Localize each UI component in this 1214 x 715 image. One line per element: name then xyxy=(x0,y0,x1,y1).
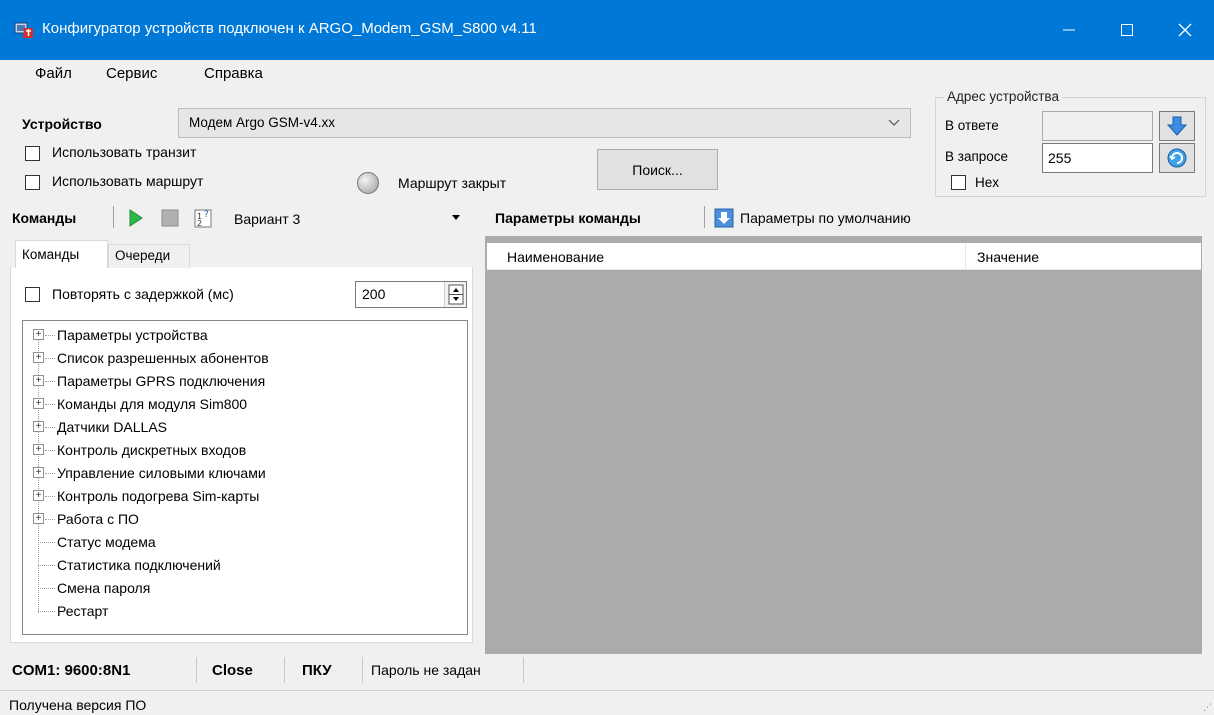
expand-plus-icon[interactable]: + xyxy=(33,352,44,363)
menu-help[interactable]: Справка xyxy=(204,65,263,82)
repeat-checkbox[interactable] xyxy=(25,287,40,302)
maximize-button[interactable] xyxy=(1098,0,1156,60)
variant-button[interactable]: 1 2 ? xyxy=(194,207,214,229)
defaults-button-icon[interactable] xyxy=(714,208,734,228)
route-status-indicator xyxy=(357,172,379,194)
in-request-label: В запросе xyxy=(945,149,1009,164)
status-separator xyxy=(523,657,524,683)
tab-queues[interactable]: Очереди xyxy=(108,244,190,268)
app-icon xyxy=(14,21,34,39)
message-status-bar xyxy=(0,690,1214,715)
status-message: Получена версия ПО xyxy=(9,697,147,713)
play-icon xyxy=(129,209,143,227)
spin-arrows-icon xyxy=(448,284,464,305)
column-separator[interactable] xyxy=(965,243,966,269)
expand-plus-icon[interactable]: + xyxy=(33,467,44,478)
download-defaults-icon xyxy=(714,208,734,228)
expand-plus-icon[interactable]: + xyxy=(33,398,44,409)
expand-plus-icon[interactable]: + xyxy=(33,375,44,386)
in-response-field[interactable] xyxy=(1042,111,1153,141)
hex-checkbox[interactable] xyxy=(951,175,966,190)
defaults-button[interactable]: Параметры по умолчанию xyxy=(740,210,911,226)
chevron-down-icon xyxy=(888,114,900,133)
sort-variant-icon: 1 2 ? xyxy=(194,209,212,228)
route-status-label: Маршрут закрыт xyxy=(398,175,507,191)
minimize-button[interactable] xyxy=(1040,0,1098,60)
menu-file[interactable]: Файл xyxy=(35,65,72,82)
toolbar-separator xyxy=(113,206,114,228)
close-button[interactable] xyxy=(1156,0,1214,60)
status-separator xyxy=(284,657,285,683)
in-request-field[interactable]: 255 xyxy=(1042,143,1153,173)
port-status: COM1: 9600:8N1 xyxy=(12,662,131,679)
device-label: Устройство xyxy=(22,116,102,132)
expand-plus-icon[interactable]: + xyxy=(33,329,44,340)
tab-commands[interactable]: Команды xyxy=(15,240,108,268)
window-title: Конфигуратор устройств подключен к ARGO_… xyxy=(42,20,537,37)
search-button[interactable]: Поиск... xyxy=(597,149,718,190)
column-header-name[interactable]: Наименование xyxy=(507,249,604,265)
dropdown-arrow-icon[interactable] xyxy=(451,212,461,225)
refresh-address-button[interactable] xyxy=(1159,143,1195,173)
arrow-down-icon xyxy=(1166,116,1188,136)
expand-plus-icon[interactable]: + xyxy=(33,513,44,524)
params-toolbar-label: Параметры команды xyxy=(495,210,641,226)
commands-toolbar-label: Команды xyxy=(12,210,77,226)
device-select-value: Модем Argo GSM-v4.xx xyxy=(189,115,336,130)
command-tree[interactable]: + Параметры устройства + Список разрешен… xyxy=(22,320,468,635)
close-icon xyxy=(1178,23,1192,37)
download-button[interactable] xyxy=(1159,111,1195,141)
connection-status-bar xyxy=(0,654,1214,686)
minimize-icon xyxy=(1063,29,1075,31)
repeat-label: Повторять с задержкой (мс) xyxy=(52,286,234,302)
svg-text:2: 2 xyxy=(197,219,202,228)
expand-plus-icon[interactable]: + xyxy=(33,490,44,501)
use-transit-checkbox[interactable] xyxy=(25,146,40,161)
password-status: Пароль не задан xyxy=(371,662,481,678)
device-select[interactable]: Модем Argo GSM-v4.xx xyxy=(178,108,911,138)
refresh-icon xyxy=(1167,148,1187,168)
toolbar-separator xyxy=(704,206,705,228)
delay-spinner[interactable]: 200 xyxy=(355,281,467,308)
menu-service[interactable]: Сервис xyxy=(106,65,157,82)
expand-plus-icon[interactable]: + xyxy=(33,421,44,432)
column-header-value[interactable]: Значение xyxy=(977,249,1039,265)
in-response-label: В ответе xyxy=(945,118,999,133)
use-route-checkbox[interactable] xyxy=(25,175,40,190)
status-separator xyxy=(362,657,363,683)
address-group-title: Адрес устройства xyxy=(944,89,1062,104)
resize-grip-icon[interactable]: ⋰ xyxy=(1203,702,1212,713)
status-separator xyxy=(196,657,197,683)
svg-text:?: ? xyxy=(204,210,209,220)
hex-label: Hex xyxy=(975,175,1000,190)
variant-select[interactable]: Вариант 3 xyxy=(234,211,300,227)
spin-buttons[interactable] xyxy=(444,282,466,307)
mode-status: ПКУ xyxy=(302,662,332,679)
run-button[interactable] xyxy=(127,208,145,228)
params-grid-header: Наименование Значение xyxy=(487,243,1201,270)
use-transit-label: Использовать транзит xyxy=(52,144,197,160)
menu-bar xyxy=(0,60,1214,90)
title-bar: Конфигуратор устройств подключен к ARGO_… xyxy=(0,0,1214,60)
delay-value: 200 xyxy=(362,286,386,302)
stop-button[interactable] xyxy=(160,208,180,228)
maximize-icon xyxy=(1121,24,1133,36)
expand-plus-icon[interactable]: + xyxy=(33,444,44,455)
stop-icon xyxy=(161,209,179,227)
connection-state: Close xyxy=(212,662,253,679)
use-route-label: Использовать маршрут xyxy=(52,173,204,189)
params-grid[interactable] xyxy=(485,236,1202,654)
